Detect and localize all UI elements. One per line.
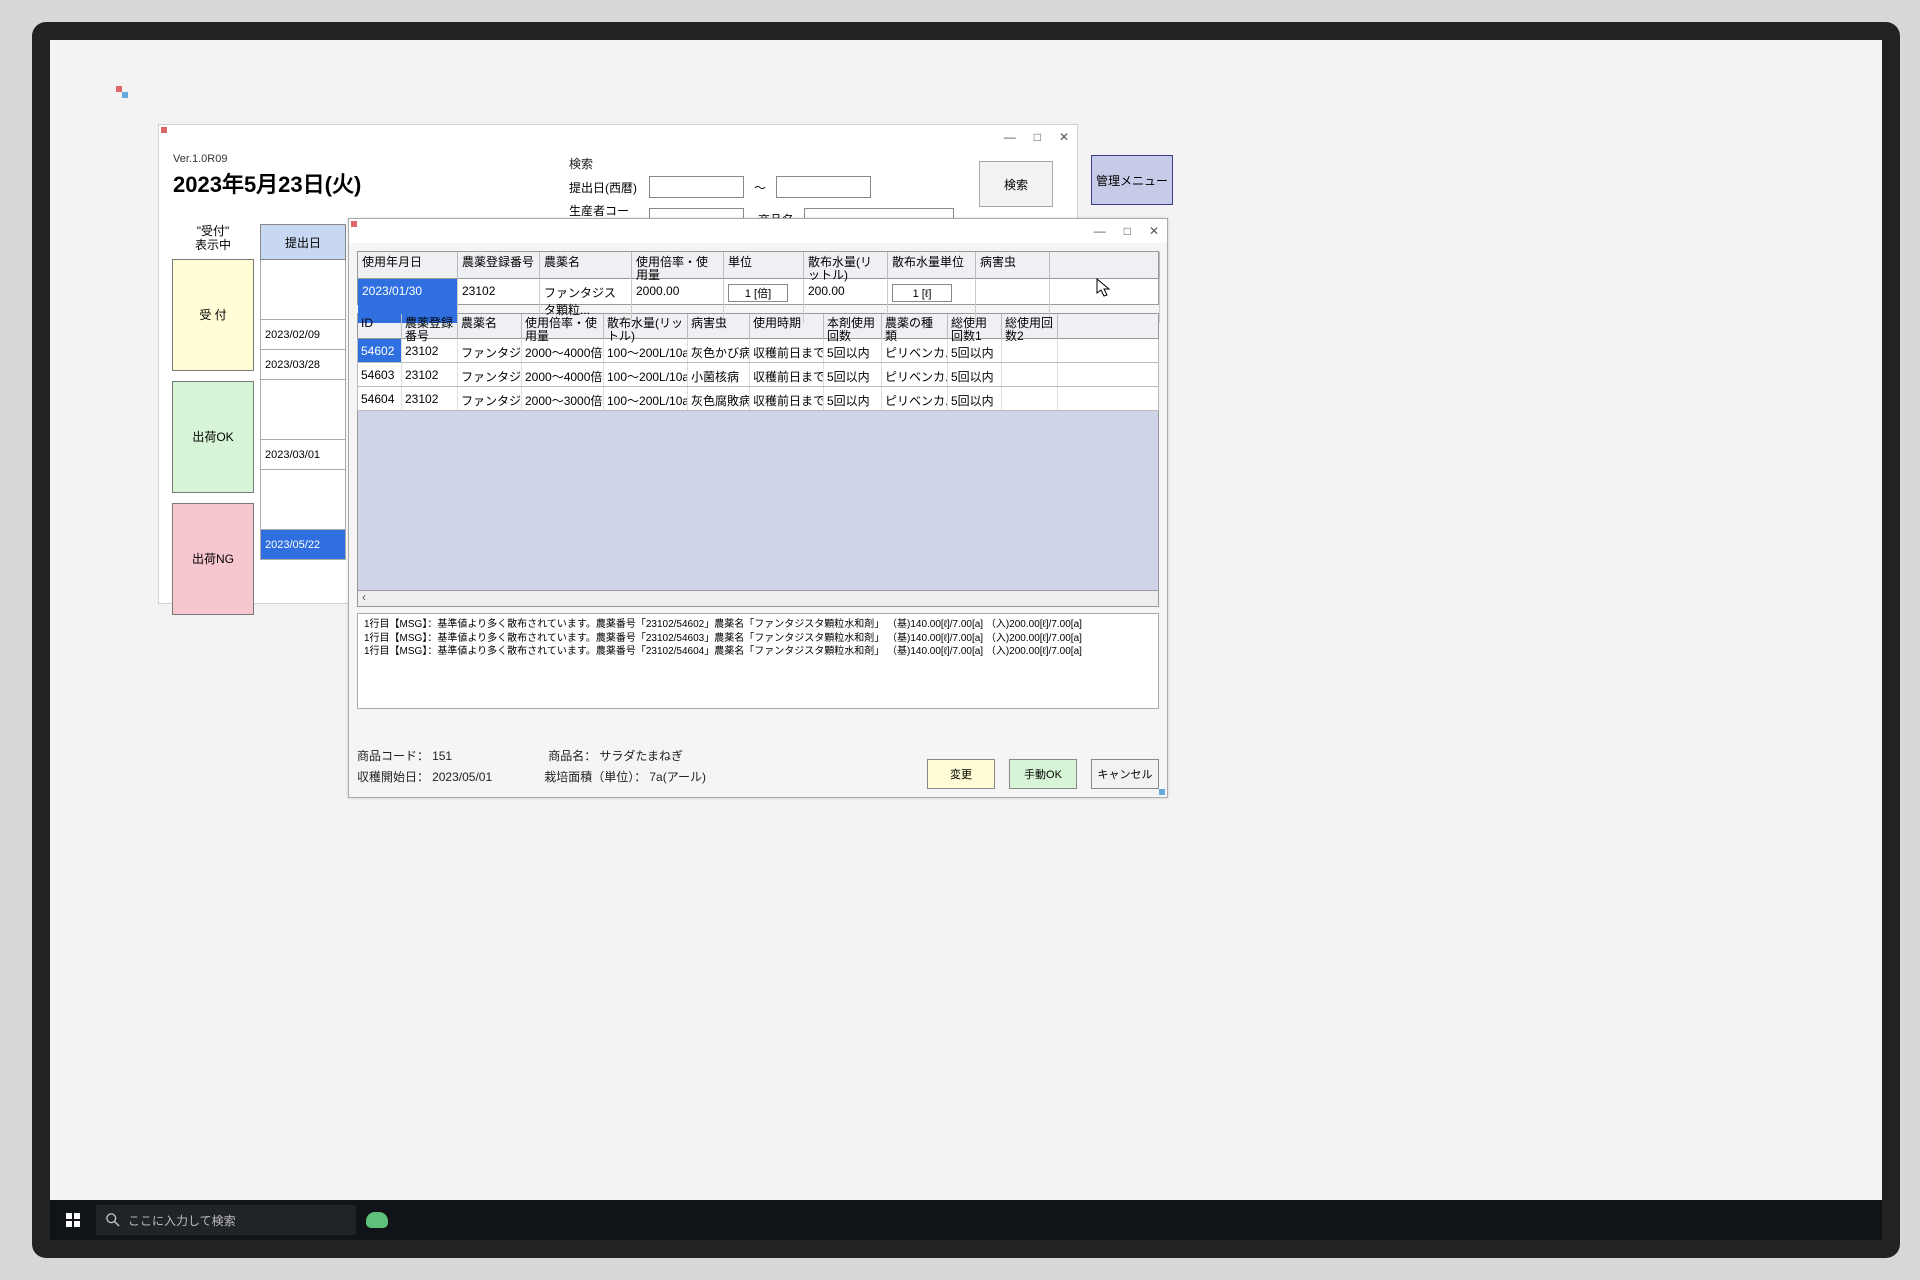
- start-button[interactable]: [50, 1200, 96, 1240]
- window-icon: [167, 129, 183, 145]
- date-to-input[interactable]: [776, 176, 871, 198]
- reference-row[interactable]: 5460223102ファンタジスタ...2000〜4000倍100〜200L/1…: [357, 339, 1159, 363]
- product-name-label: 商品名：: [548, 749, 596, 763]
- area-value: 7a(アール): [649, 770, 706, 784]
- maximize-button[interactable]: □: [1034, 130, 1041, 144]
- column-header: 散布水量(リットル): [804, 252, 888, 282]
- tilde: 〜: [754, 179, 766, 196]
- manual-ok-button[interactable]: 手動OK: [1009, 759, 1077, 789]
- maximize-button[interactable]: □: [1124, 224, 1131, 238]
- detail-grid-row[interactable]: 2023/01/30 23102 ファンタジスタ顆粒... 2000.00 1 …: [357, 279, 1159, 305]
- column-header: 病害虫: [976, 252, 1050, 282]
- admin-menu-button[interactable]: 管理メニュー: [1091, 155, 1173, 205]
- detail-grid-header: 使用年月日農薬登録番号農薬名使用倍率・使用量単位散布水量(リットル)散布水量単位…: [357, 251, 1159, 279]
- main-titlebar: — □ ✕: [159, 125, 1077, 149]
- taskbar: ここに入力して検索: [50, 1200, 1882, 1240]
- accept-button[interactable]: 受 付: [172, 259, 254, 371]
- message-box: 1行目【MSG】：基準値より多く散布されています。農薬番号「23102/5460…: [357, 613, 1159, 709]
- taskbar-search[interactable]: ここに入力して検索: [96, 1205, 356, 1235]
- search-button[interactable]: 検索: [979, 161, 1053, 207]
- column-header: 農薬名: [540, 252, 632, 282]
- search-icon: [106, 1213, 120, 1227]
- desktop: — □ ✕ Ver.1.0R09 2023年5月23日(火) 検索 提出日(西暦…: [50, 40, 1882, 1240]
- detail-window: — □ ✕ 使用年月日農薬登録番号農薬名使用倍率・使用量単位散布水量(リットル)…: [348, 218, 1168, 798]
- column-header: 使用倍率・使用量: [632, 252, 724, 282]
- ship-ng-button[interactable]: 出荷NG: [172, 503, 254, 615]
- date-column: 提出日 2023/02/092023/03/28 2023/03/01 2023/0…: [260, 224, 346, 560]
- product-code-label: 商品コード：: [357, 749, 429, 763]
- reference-grid-header: ID農薬登録番号農薬名使用倍率・使用量散布水量(リットル)病害虫使用時期本剤使用…: [357, 313, 1159, 339]
- area-label: 栽培面積（単位）：: [544, 770, 646, 784]
- app-icon[interactable]: [114, 84, 130, 100]
- window-icon: [357, 223, 373, 239]
- label-submit-date: 提出日(西暦): [569, 179, 639, 196]
- close-button[interactable]: ✕: [1059, 130, 1069, 144]
- detail-footer: 商品コード： 151 商品名： サラダたまねぎ 収穫開始日： 2023/05/0…: [357, 747, 1159, 789]
- column-header: 使用年月日: [358, 252, 458, 282]
- monitor-bezel: — □ ✕ Ver.1.0R09 2023年5月23日(火) 検索 提出日(西暦…: [32, 22, 1900, 1258]
- date-cell[interactable]: 2023/03/01: [260, 440, 346, 470]
- date-cell[interactable]: [260, 260, 346, 320]
- product-code-value: 151: [432, 749, 452, 763]
- date-cell[interactable]: [260, 380, 346, 440]
- column-header: 散布水量単位: [888, 252, 976, 282]
- reference-row[interactable]: 5460323102ファンタジスタ...2000〜4000倍100〜200L/1…: [357, 363, 1159, 387]
- search-title: 検索: [569, 155, 954, 172]
- date-from-input[interactable]: [649, 176, 744, 198]
- harvest-date-value: 2023/05/01: [432, 770, 492, 784]
- product-name-value: サラダたまねぎ: [599, 749, 683, 763]
- close-button[interactable]: ✕: [1149, 224, 1159, 238]
- date-cell[interactable]: 2023/03/28: [260, 350, 346, 380]
- cancel-button[interactable]: キャンセル: [1091, 759, 1159, 789]
- ship-ok-button[interactable]: 出荷OK: [172, 381, 254, 493]
- reference-grid-empty: [357, 411, 1159, 591]
- status-sidepanel: "受付" 表示中 受 付 出荷OK 出荷NG: [172, 224, 254, 625]
- date-cell[interactable]: 2023/05/22: [260, 530, 346, 560]
- minimize-button[interactable]: —: [1004, 130, 1016, 144]
- reference-row[interactable]: 5460423102ファンタジスタ...2000〜3000倍100〜200L/1…: [357, 387, 1159, 411]
- change-button[interactable]: 変更: [927, 759, 995, 789]
- horizontal-scrollbar[interactable]: [357, 591, 1159, 607]
- status-display-label: "受付" 表示中: [172, 224, 254, 253]
- harvest-date-label: 収穫開始日：: [357, 770, 429, 784]
- taskbar-search-placeholder: ここに入力して検索: [128, 1212, 236, 1229]
- taskbar-app-icon[interactable]: [356, 1200, 398, 1240]
- mouse-cursor-icon: [1096, 278, 1112, 298]
- detail-titlebar: — □ ✕: [349, 219, 1167, 243]
- column-header: 単位: [724, 252, 804, 282]
- minimize-button[interactable]: —: [1094, 224, 1106, 238]
- date-cell[interactable]: [260, 470, 346, 530]
- date-column-header: 提出日: [260, 224, 346, 260]
- date-cell[interactable]: 2023/02/09: [260, 320, 346, 350]
- column-header: 農薬登録番号: [458, 252, 540, 282]
